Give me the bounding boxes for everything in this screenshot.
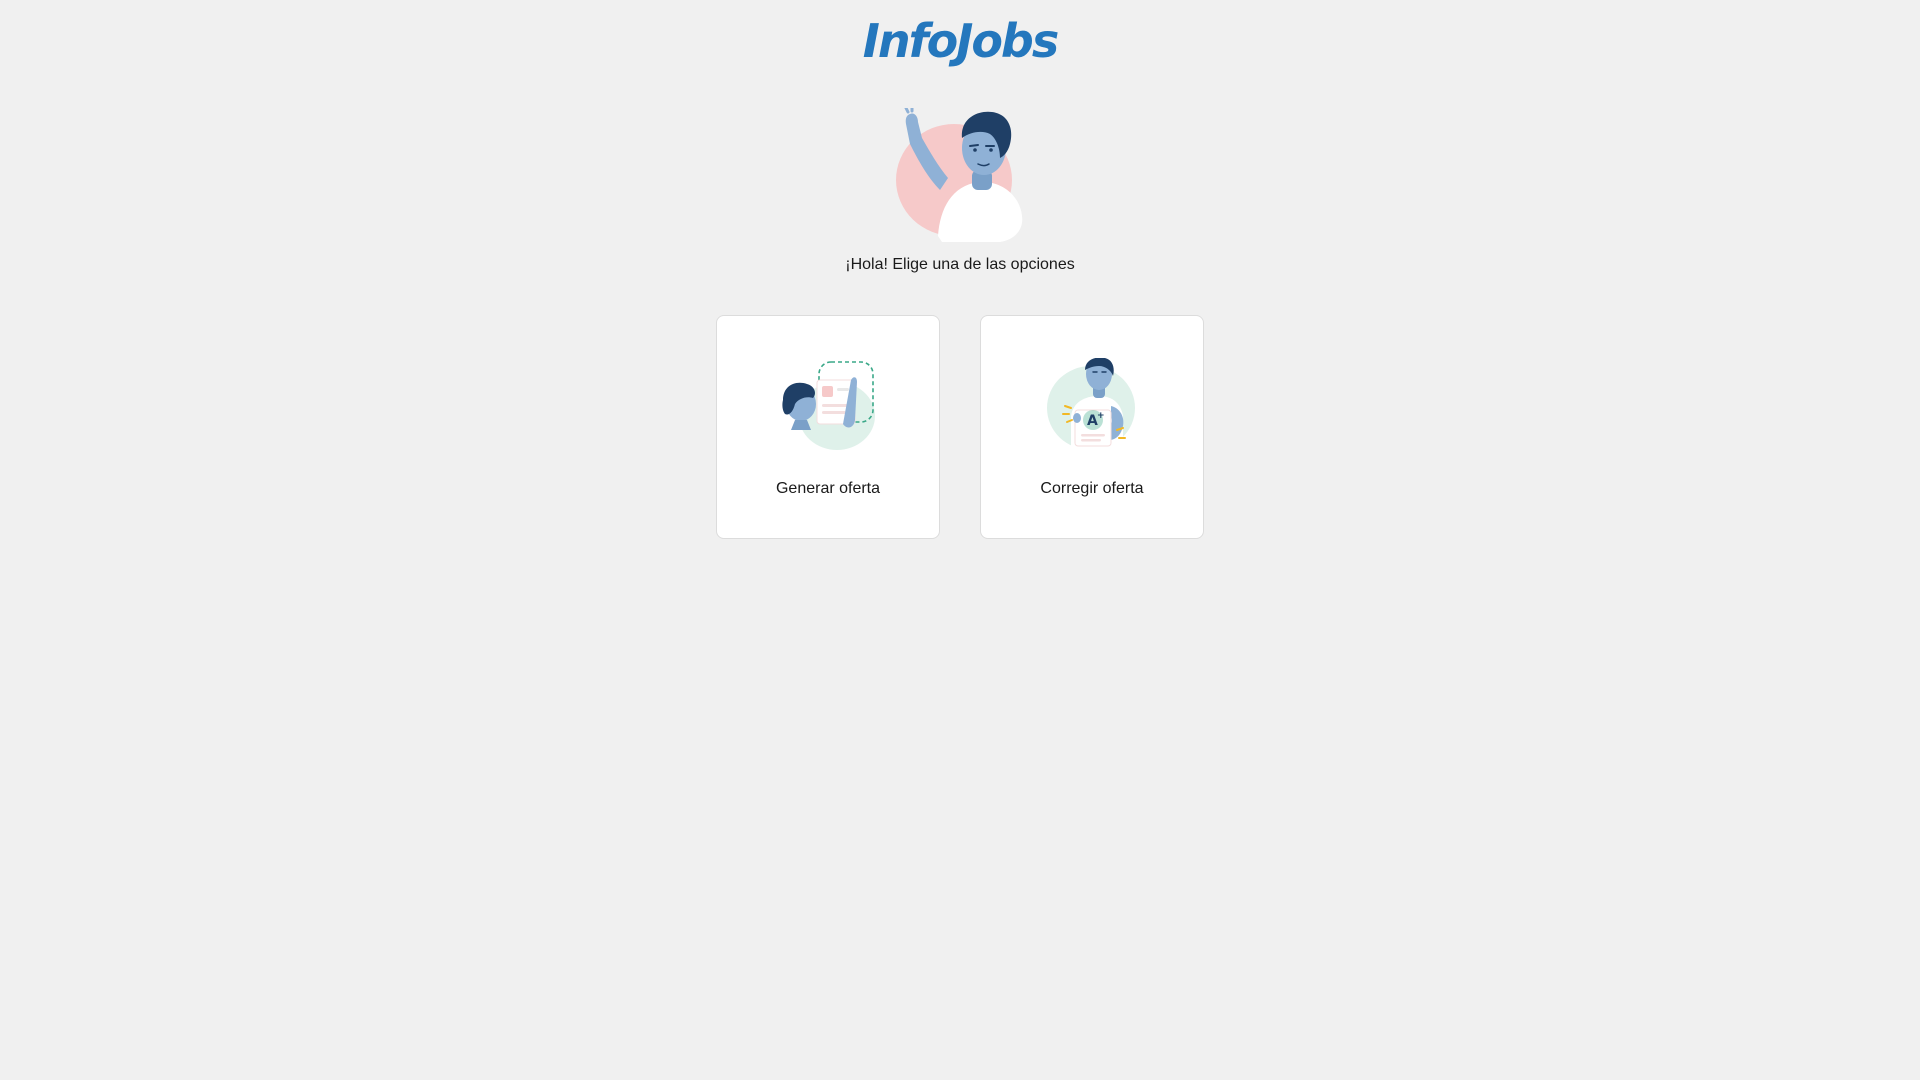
correct-offer-label: Corregir oferta [1040,480,1144,497]
waving-person-icon [896,108,1023,242]
page: InfoJobs ¡Hola! Elige una de las opcione… [0,0,1920,1080]
generate-offer-label: Generar oferta [775,480,881,497]
svg-text:+: + [1097,411,1105,421]
infojobs-logo[interactable]: InfoJobs [0,14,1920,68]
correct-offer-card[interactable]: A + Corregir oferta [980,315,1204,539]
correct-offer-illustration-icon: A + [1047,358,1135,450]
generate-offer-card[interactable]: Generar oferta [716,315,940,539]
greeting-text: ¡Hola! Elige una de las opciones [845,256,1075,273]
generate-offer-illustration-icon [782,361,875,450]
